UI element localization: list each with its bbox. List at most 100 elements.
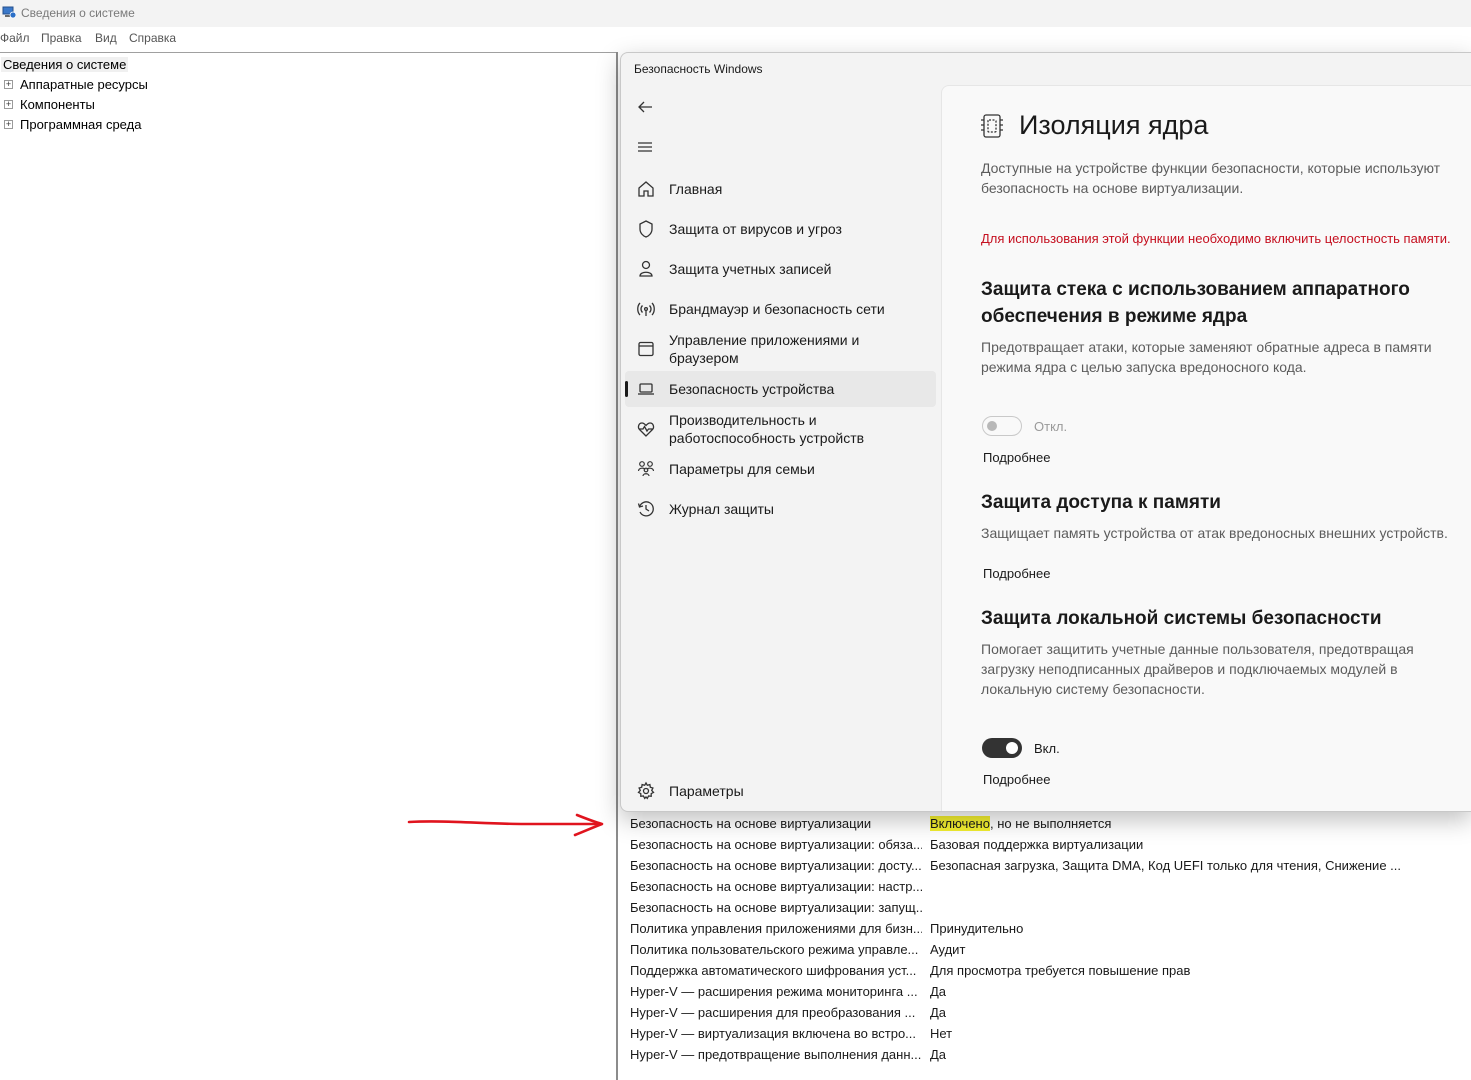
nav-item-family-options[interactable]: Параметры для семьи [625, 451, 936, 487]
list-item-name: Политика пользовательского режима управл… [630, 942, 919, 957]
nav-item-device-security[interactable]: Безопасность устройства [625, 371, 936, 407]
list-item-value: Аудит [930, 942, 966, 957]
list-item-value: Да [930, 1005, 947, 1020]
gear-icon [637, 781, 655, 800]
list-item-name: Безопасность на основе виртуализации: об… [630, 837, 922, 852]
table-row[interactable]: Поддержка автоматического шифрования уст… [630, 963, 1470, 984]
menu-help[interactable]: Справка [129, 31, 176, 45]
core-isolation-page: Изоляция ядра Доступные на устройстве фу… [941, 85, 1471, 811]
list-item-value: Включено, но не выполняется [930, 816, 1111, 831]
menu-file[interactable]: Файл [0, 31, 30, 45]
msinfo-title-bar: Сведения о системе [0, 0, 1471, 27]
history-icon [637, 501, 654, 517]
list-item-name: Безопасность на основе виртуализации [630, 816, 872, 831]
home-icon [638, 181, 654, 197]
nav-item-label: Брандмауэр и безопасность сети [669, 301, 885, 317]
learn-more-link[interactable]: Подробнее [983, 772, 1050, 787]
active-indicator [625, 381, 628, 397]
section-description: Защищает память устройства от атак вредо… [981, 525, 1448, 541]
nav-item-protection-history[interactable]: Журнал защиты [625, 491, 936, 527]
table-row[interactable]: Безопасность на основе виртуализации: до… [630, 858, 1470, 879]
table-row[interactable]: Безопасность на основе виртуализации: за… [630, 900, 1470, 921]
tree-expand-icon[interactable]: + [4, 100, 13, 109]
menu-view[interactable]: Вид [95, 31, 117, 45]
nav-item-label: Производительность и работоспособность у… [669, 412, 865, 446]
nav-item-account-protection[interactable]: Защита учетных записей [625, 251, 936, 287]
table-row[interactable]: Безопасность на основе виртуализации: на… [630, 879, 1470, 900]
nav-item-label: Параметры для семьи [669, 461, 815, 477]
wifi-signal-icon [637, 302, 655, 316]
list-item-value: Для просмотра требуется повышение прав [930, 963, 1191, 978]
windows-security-window: Безопасность Windows Главная Защита от в… [620, 52, 1471, 812]
laptop-icon [638, 383, 654, 395]
msinfo-window-title: Сведения о системе [21, 6, 135, 20]
list-item-name: Безопасность на основе виртуализации: до… [630, 858, 922, 873]
nav-item-label: Главная [669, 181, 723, 197]
page-title: Изоляция ядра [1019, 110, 1209, 140]
toggle-knob [987, 421, 997, 431]
table-row[interactable]: Политика пользовательского режима управл… [630, 942, 1470, 963]
toggle-state-label: Откл. [1034, 419, 1068, 434]
list-item-value: Да [930, 984, 947, 999]
back-arrow-icon[interactable] [635, 97, 655, 117]
tree-item-label: Аппаратные ресурсы [20, 77, 148, 92]
lsa-protection-toggle[interactable] [982, 738, 1022, 758]
nav-item-label: Защита учетных записей [669, 261, 832, 277]
nav-item-app-browser-control[interactable]: Управление приложениями и браузером [625, 331, 936, 367]
table-row[interactable]: Hyper-V — виртуализация включена во встр… [630, 1026, 1470, 1047]
table-row[interactable]: Hyper-V — расширения режима мониторинга … [630, 984, 1470, 1005]
chip-icon [981, 114, 1003, 138]
table-row[interactable]: Политика управления приложениями для биз… [630, 921, 1470, 942]
tree-root-system-summary[interactable]: Сведения о системе [1, 57, 129, 72]
nav-item-label: Защита от вирусов и угроз [669, 221, 842, 237]
list-row-vbs[interactable]: Безопасность на основе виртуализации Вкл… [630, 816, 1470, 837]
list-item-name: Hyper-V — предотвращение выполнения данн… [630, 1047, 922, 1062]
list-item-name: Поддержка автоматического шифрования уст… [630, 963, 917, 978]
table-row[interactable]: Безопасность на основе виртуализации: об… [630, 837, 1470, 858]
section-heading-memory-access-protection: Защита доступа к памяти [981, 492, 1221, 513]
msinfo-tree-pane: Сведения о системе + Аппаратные ресурсы … [0, 52, 618, 1080]
table-row[interactable]: Hyper-V — предотвращение выполнения данн… [630, 1047, 1470, 1068]
family-icon [637, 461, 655, 477]
nav-item-home[interactable]: Главная [625, 171, 936, 207]
nav-item-label: Управление приложениями и браузером [669, 332, 860, 366]
hamburger-icon[interactable] [635, 137, 655, 157]
nav-item-virus-protection[interactable]: Защита от вирусов и угроз [625, 211, 936, 247]
section-description: Предотвращает атаки, которые заменяют об… [981, 339, 1432, 375]
list-item-name: Hyper-V — расширения для преобразования … [630, 1005, 916, 1020]
list-item-name: Политика управления приложениями для биз… [630, 921, 922, 936]
hardware-stack-protection-toggle[interactable] [982, 416, 1022, 436]
highlighted-value: Включено [930, 816, 990, 831]
warning-message: Для использования этой функции необходим… [981, 231, 1451, 246]
section-heading-hardware-stack-protection: Защита стека с использованием аппаратног… [981, 279, 1410, 327]
tree-item-label: Программная среда [20, 117, 142, 132]
nav-item-label: Журнал защиты [669, 501, 774, 517]
system-info-app-icon [2, 6, 16, 19]
tree-expand-icon[interactable]: + [4, 80, 13, 89]
table-row[interactable]: Hyper-V — расширения для преобразования … [630, 1005, 1470, 1026]
list-item-name: Безопасность на основе виртуализации: на… [630, 879, 922, 894]
person-icon [639, 260, 653, 277]
section-description: Помогает защитить учетные данные пользов… [981, 641, 1414, 697]
list-item-name: Hyper-V — виртуализация включена во встр… [630, 1026, 917, 1041]
list-item-value: Базовая поддержка виртуализации [930, 837, 1144, 852]
learn-more-link[interactable]: Подробнее [983, 450, 1050, 465]
menu-edit[interactable]: Правка [41, 31, 82, 45]
shield-icon [639, 220, 653, 238]
nav-item-label: Параметры [669, 783, 744, 799]
list-item-value: Да [930, 1047, 947, 1062]
list-item-value: Нет [930, 1026, 953, 1041]
nav-item-settings[interactable]: Параметры [625, 773, 936, 809]
section-heading-lsa-protection: Защита локальной системы безопасности [981, 608, 1382, 629]
toggle-state-label: Вкл. [1034, 741, 1060, 756]
msinfo-menu-bar: Файл Правка Вид Справка [0, 27, 1471, 49]
list-item-name: Безопасность на основе виртуализации: за… [630, 900, 922, 915]
learn-more-link[interactable]: Подробнее [983, 566, 1050, 581]
tree-expand-icon[interactable]: + [4, 120, 13, 129]
app-window-icon [638, 341, 654, 357]
value-rest: , но не выполняется [989, 816, 1112, 831]
nav-item-device-performance[interactable]: Производительность и работоспособность у… [625, 411, 936, 447]
nav-item-firewall[interactable]: Брандмауэр и безопасность сети [625, 291, 936, 327]
list-item-value: Безопасная загрузка, Защита DMA, Код UEF… [930, 858, 1401, 873]
toggle-knob [1006, 742, 1018, 754]
